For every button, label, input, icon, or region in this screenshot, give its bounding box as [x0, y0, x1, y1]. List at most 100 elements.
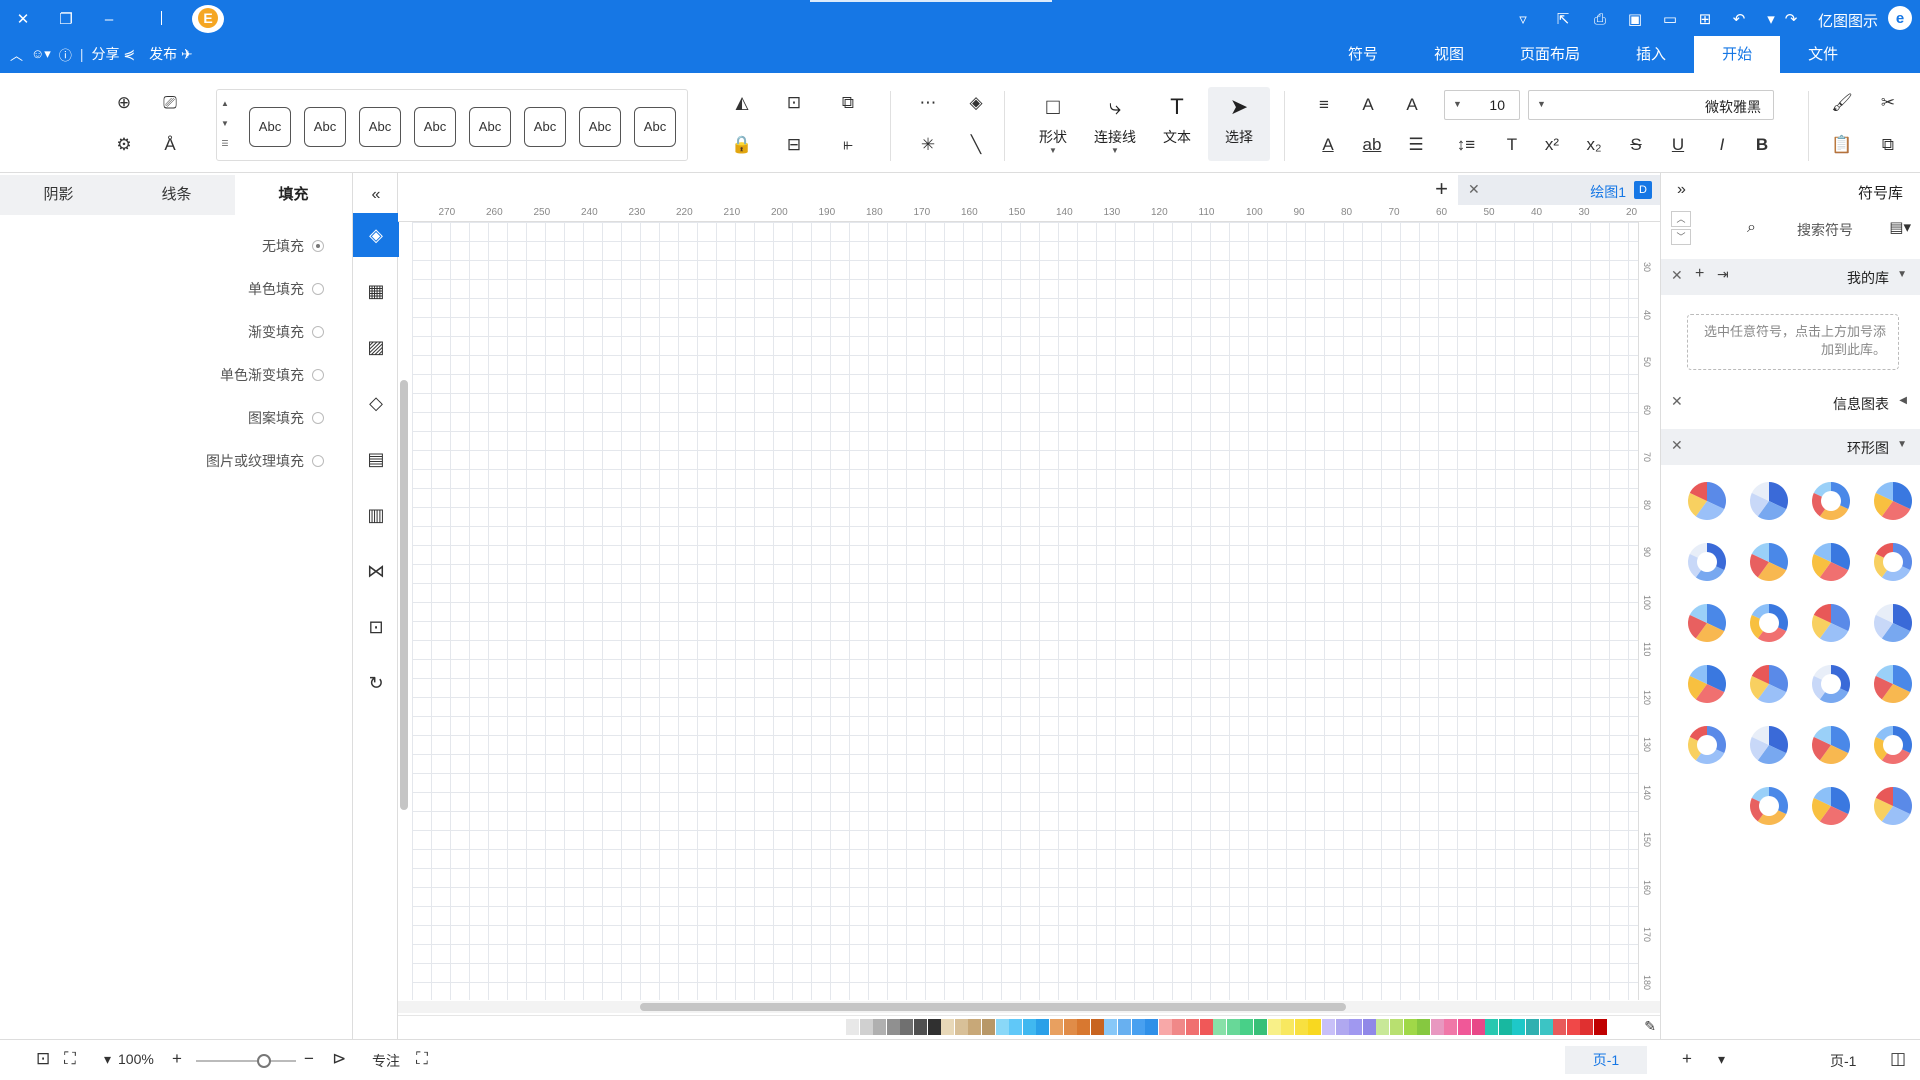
insert-image-icon[interactable]: ⊕: [112, 91, 136, 115]
radio-button[interactable]: [312, 369, 324, 381]
subscript-icon[interactable]: x₂: [1582, 133, 1606, 157]
donut-chart-symbol[interactable]: [1685, 601, 1729, 645]
zoom-slider[interactable]: [196, 1060, 296, 1062]
close-icon[interactable]: ✕: [1671, 437, 1683, 454]
color-swatch[interactable]: [873, 1019, 887, 1035]
collapse-library-icon[interactable]: »: [1677, 181, 1686, 199]
tab-file[interactable]: 文件: [1780, 36, 1866, 73]
effects-icon[interactable]: ✳: [916, 133, 940, 157]
donut-chart-symbol[interactable]: [1747, 662, 1791, 706]
donut-chart-symbol[interactable]: [1871, 540, 1915, 584]
radio-button[interactable]: [312, 412, 324, 424]
style-swatch[interactable]: Abc: [249, 107, 291, 147]
account-badge[interactable]: E: [192, 5, 224, 33]
bullets-icon[interactable]: ☰: [1404, 133, 1428, 157]
color-swatch[interactable]: [859, 1019, 873, 1035]
color-swatch[interactable]: [1430, 1019, 1444, 1035]
color-swatch[interactable]: [1308, 1019, 1322, 1035]
font-color-icon[interactable]: A: [1316, 133, 1340, 157]
color-swatch[interactable]: [982, 1019, 995, 1035]
color-swatch[interactable]: [1158, 1019, 1172, 1035]
import-icon[interactable]: ⇥: [1717, 266, 1729, 283]
grow-font-icon[interactable]: A: [1400, 93, 1424, 117]
color-swatch[interactable]: [1050, 1019, 1063, 1035]
color-swatch[interactable]: [1199, 1019, 1213, 1035]
donut-chart-symbol[interactable]: [1871, 662, 1915, 706]
color-swatch[interactable]: [914, 1019, 927, 1035]
notification-icon[interactable]: ☺▾: [31, 46, 51, 62]
color-swatch[interactable]: [1226, 1019, 1240, 1035]
bring-front-icon[interactable]: ⧉: [836, 91, 860, 115]
color-swatch[interactable]: [968, 1019, 982, 1035]
tab-insert[interactable]: 插入: [1608, 36, 1694, 73]
fill-option[interactable]: 单色渐变填充: [220, 365, 324, 385]
align-icon[interactable]: ≡: [1312, 93, 1336, 117]
color-swatch[interactable]: [1186, 1019, 1199, 1035]
donut-chart-symbol[interactable]: [1809, 479, 1853, 523]
color-swatch[interactable]: [1362, 1019, 1376, 1035]
scroll-down-icon[interactable]: ﹀: [1671, 229, 1691, 245]
donut-chart-symbol[interactable]: [1809, 540, 1853, 584]
group-icon[interactable]: ⊡: [782, 91, 806, 115]
export-icon[interactable]: ⇱: [1552, 8, 1574, 30]
font-size-select[interactable]: 10 ▼: [1444, 90, 1520, 120]
color-swatch[interactable]: [900, 1019, 914, 1035]
donut-chart-symbol[interactable]: [1809, 723, 1853, 767]
donut-chart-symbol[interactable]: [1685, 662, 1729, 706]
color-swatch[interactable]: [1580, 1019, 1594, 1035]
color-swatch[interactable]: [1594, 1019, 1607, 1035]
color-swatch[interactable]: [995, 1019, 1009, 1035]
color-swatch[interactable]: [1526, 1019, 1539, 1035]
connector-tool[interactable]: ⤷ 连接线 ▼: [1084, 87, 1146, 161]
donut-chart-symbol[interactable]: [1747, 723, 1791, 767]
history-icon[interactable]: ↻: [353, 661, 399, 705]
tab-fill[interactable]: 填充: [235, 175, 352, 215]
presentation-icon[interactable]: ⊡: [353, 605, 399, 649]
paste-icon[interactable]: 📋: [1830, 133, 1854, 157]
color-swatch[interactable]: [1539, 1019, 1553, 1035]
search-input[interactable]: 搜索符号: [1797, 220, 1853, 240]
color-swatch[interactable]: [1172, 1019, 1186, 1035]
fit-page-icon[interactable]: ⊡: [36, 1049, 50, 1069]
fill-option[interactable]: 单色填充: [248, 279, 324, 299]
page-panel-icon[interactable]: ▤: [353, 437, 399, 481]
strikethrough-icon[interactable]: S: [1624, 133, 1648, 157]
open-icon[interactable]: ▭: [1659, 8, 1681, 30]
library-search[interactable]: ▤▾ 搜索符号 ⌕: [1707, 214, 1913, 244]
zoom-slider-knob[interactable]: [257, 1054, 271, 1068]
align-objects-icon[interactable]: ⫦: [836, 133, 860, 157]
scroll-up-icon[interactable]: ︿: [1671, 211, 1691, 227]
color-swatch[interactable]: [1322, 1019, 1335, 1035]
new-icon[interactable]: ⊞: [1694, 8, 1716, 30]
focus-icon[interactable]: ⛶: [416, 1049, 428, 1069]
tab-symbol[interactable]: 符号: [1320, 36, 1406, 73]
library-section-donut[interactable]: ▼ 环形图 ✕: [1661, 429, 1920, 465]
vertical-scrollbar[interactable]: [398, 380, 410, 810]
format-painter-icon[interactable]: 🖌: [1830, 91, 1854, 115]
replace-icon[interactable]: ⎚: [158, 91, 182, 115]
data-panel-icon[interactable]: ▥: [353, 493, 399, 537]
bold-icon[interactable]: B: [1750, 133, 1774, 157]
donut-chart-symbol[interactable]: [1747, 784, 1791, 828]
layers-icon[interactable]: ◇: [353, 381, 399, 425]
color-picker-icon[interactable]: ✎: [1644, 1018, 1656, 1035]
donut-chart-symbol[interactable]: [1747, 601, 1791, 645]
copy-icon[interactable]: ⧉: [1876, 133, 1900, 157]
font-family-select[interactable]: 微软雅黑 ▼: [1528, 90, 1774, 120]
color-swatch[interactable]: [1118, 1019, 1131, 1035]
donut-chart-symbol[interactable]: [1871, 784, 1915, 828]
play-icon[interactable]: ⊳: [332, 1049, 346, 1069]
shrink-font-icon[interactable]: A: [1356, 93, 1380, 117]
underline-icon[interactable]: U: [1666, 133, 1690, 157]
color-swatch[interactable]: [1281, 1019, 1295, 1035]
undo-icon[interactable]: ↶: [1728, 8, 1750, 30]
close-icon[interactable]: ✕: [1671, 393, 1683, 410]
color-swatch[interactable]: [1376, 1019, 1390, 1035]
cut-icon[interactable]: ✂: [1876, 91, 1900, 115]
focus-label[interactable]: 专注: [372, 1051, 400, 1071]
panel-toggle-icon[interactable]: ◫: [1890, 1049, 1906, 1069]
color-swatch[interactable]: [1213, 1019, 1227, 1035]
donut-chart-symbol[interactable]: [1685, 479, 1729, 523]
color-swatch[interactable]: [1131, 1019, 1145, 1035]
zoom-dropdown-icon[interactable]: ▾: [104, 1051, 111, 1068]
